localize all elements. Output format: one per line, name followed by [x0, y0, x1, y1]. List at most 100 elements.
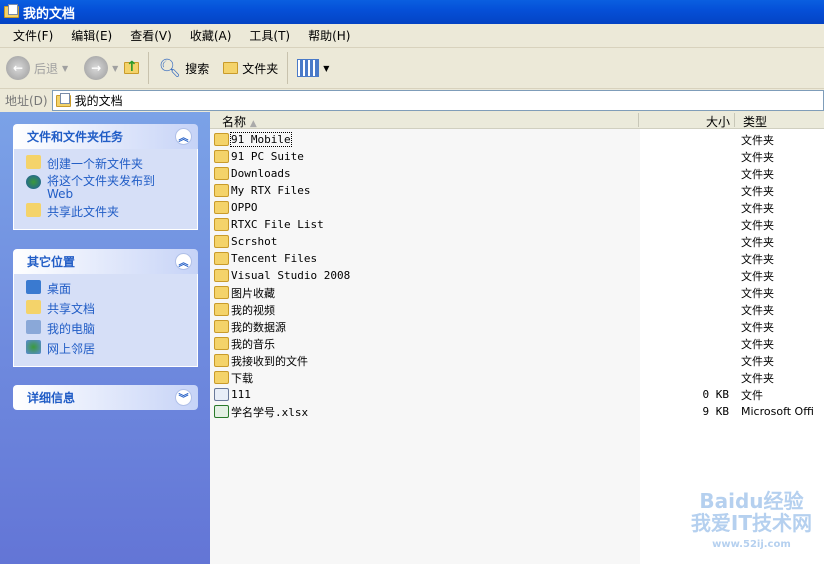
back-label: 后退: [34, 61, 59, 76]
expand-icon[interactable]: ︾: [175, 389, 192, 406]
file-name: RTXC File List: [231, 218, 324, 231]
file-name-cell: My RTX Files: [214, 184, 310, 197]
menu-help[interactable]: 帮助(H): [299, 27, 359, 44]
menu-favorites[interactable]: 收藏(A): [181, 27, 241, 44]
file-row[interactable]: My RTX Files 文件夹: [210, 182, 824, 199]
menu-file[interactable]: 文件(F): [4, 27, 62, 44]
file-type: 文件夹: [741, 354, 774, 368]
toolbar: ← 后退 ▼ → ▼ ↑ 🔍︎ 搜索 文件夹 ▼: [0, 48, 824, 89]
video-folder-icon: [214, 303, 229, 316]
watermark-line: www.52ij.com: [712, 539, 791, 550]
excel-icon: [214, 405, 229, 418]
file-row[interactable]: 图片收藏 文件夹: [210, 284, 824, 301]
menu-tools[interactable]: 工具(T): [240, 27, 299, 44]
file-size: 9 KB: [702, 405, 730, 418]
file-name: Tencent Files: [231, 252, 318, 265]
address-input[interactable]: 我的文档: [51, 90, 824, 111]
file-row[interactable]: Scrshot 文件夹: [210, 233, 824, 250]
folder-icon: [26, 300, 41, 314]
menu-view[interactable]: 查看(V): [121, 27, 181, 44]
back-button[interactable]: ← 后退 ▼: [6, 56, 68, 80]
make-new-folder-link[interactable]: 创建一个新文件夹: [26, 155, 197, 175]
file-name-cell: 111: [214, 388, 251, 401]
file-name: 我的数据源: [231, 320, 286, 334]
separator: [287, 52, 289, 84]
file-row[interactable]: 我接收到的文件 文件夹: [210, 352, 824, 369]
panel-header[interactable]: 其它位置 ︽: [13, 249, 198, 274]
network-places-link[interactable]: 网上邻居: [26, 340, 197, 360]
file-type: 文件夹: [741, 133, 774, 147]
file-name-cell: RTXC File List: [214, 218, 324, 231]
publish-to-web-link[interactable]: 将这个文件夹发布到 Web: [26, 175, 197, 203]
file-name-cell: 图片收藏: [214, 285, 275, 301]
my-computer-link[interactable]: 我的电脑: [26, 320, 197, 340]
pictures-folder-icon: [214, 286, 229, 299]
collapse-icon[interactable]: ︽: [175, 253, 192, 270]
file-name: 图片收藏: [231, 286, 275, 300]
folder-icon: [214, 371, 229, 384]
file-type: 文件夹: [741, 337, 774, 351]
file-row[interactable]: Downloads 文件夹: [210, 165, 824, 182]
column-divider[interactable]: [734, 113, 735, 127]
file-name: Visual Studio 2008: [231, 269, 351, 282]
file-name-cell: 我的数据源: [214, 319, 286, 335]
views-icon: [297, 59, 320, 77]
datasource-folder-icon: [214, 320, 229, 333]
menu-bar: 文件(F) 编辑(E) 查看(V) 收藏(A) 工具(T) 帮助(H): [0, 24, 824, 48]
file-row[interactable]: Visual Studio 2008 文件夹: [210, 267, 824, 284]
shared-documents-link[interactable]: 共享文档: [26, 300, 197, 320]
column-type[interactable]: 类型: [743, 113, 767, 130]
network-icon: [26, 340, 41, 354]
link-label: 共享文档: [47, 302, 96, 316]
file-row[interactable]: 我的数据源 文件夹: [210, 318, 824, 335]
folder-icon: [214, 133, 229, 146]
file-row[interactable]: 学名学号.xlsx 9 KB Microsoft Offi: [210, 403, 824, 420]
file-name-cell: 我的音乐: [214, 336, 275, 352]
file-name: 91 PC Suite: [231, 150, 304, 163]
file-type: 文件夹: [741, 303, 774, 317]
file-row[interactable]: OPPO 文件夹: [210, 199, 824, 216]
link-label: 创建一个新文件夹: [47, 157, 144, 171]
file-row[interactable]: 我的音乐 文件夹: [210, 335, 824, 352]
my-documents-icon: [55, 92, 71, 107]
file-row[interactable]: 下载 文件夹: [210, 369, 824, 386]
column-size[interactable]: 大小: [706, 113, 730, 130]
forward-button[interactable]: → ▼: [84, 56, 118, 80]
share-folder-link[interactable]: 共享此文件夹: [26, 203, 197, 223]
views-button[interactable]: ▼: [297, 59, 329, 77]
details-panel: 详细信息 ︾: [13, 385, 198, 410]
file-row[interactable]: 91 Mobile 文件夹: [210, 131, 824, 148]
file-name: 我的音乐: [231, 337, 275, 351]
file-name: 学名学号.xlsx: [231, 405, 309, 419]
file-name: My RTX Files: [231, 184, 311, 197]
link-label: 共享此文件夹: [47, 205, 120, 219]
file-name: 下载: [231, 371, 253, 385]
collapse-icon[interactable]: ︽: [175, 128, 192, 145]
file-row[interactable]: 111 0 KB 文件: [210, 386, 824, 403]
separator: [148, 52, 150, 84]
folder-icon: [214, 235, 229, 248]
menu-edit[interactable]: 编辑(E): [62, 27, 121, 44]
file-type: 文件夹: [741, 371, 774, 385]
column-name[interactable]: 名称 ▲: [222, 113, 257, 130]
folders-button[interactable]: 文件夹: [223, 60, 278, 77]
dropdown-arrow-icon: ▼: [323, 63, 330, 73]
panel-header[interactable]: 详细信息 ︾: [13, 385, 198, 410]
column-divider[interactable]: [638, 113, 639, 127]
panel-header[interactable]: 文件和文件夹任务 ︽: [13, 124, 198, 149]
watermark-line: 我爱IT技术网: [690, 511, 812, 535]
file-type: 文件夹: [741, 184, 774, 198]
forward-arrow-icon: →: [84, 56, 109, 80]
file-row[interactable]: RTXC File List 文件夹: [210, 216, 824, 233]
file-row[interactable]: 91 PC Suite 文件夹: [210, 148, 824, 165]
search-button[interactable]: 🔍︎ 搜索: [158, 58, 209, 79]
sort-ascending-icon: ▲: [249, 119, 257, 129]
file-name-cell: Visual Studio 2008: [214, 269, 350, 282]
file-row[interactable]: 我的视频 文件夹: [210, 301, 824, 318]
up-button[interactable]: ↑: [124, 60, 140, 74]
file-type: 文件夹: [741, 150, 774, 164]
desktop-link[interactable]: 桌面: [26, 280, 197, 300]
file-row[interactable]: Tencent Files 文件夹: [210, 250, 824, 267]
search-label: 搜索: [185, 61, 210, 76]
folders-icon: [223, 62, 239, 74]
